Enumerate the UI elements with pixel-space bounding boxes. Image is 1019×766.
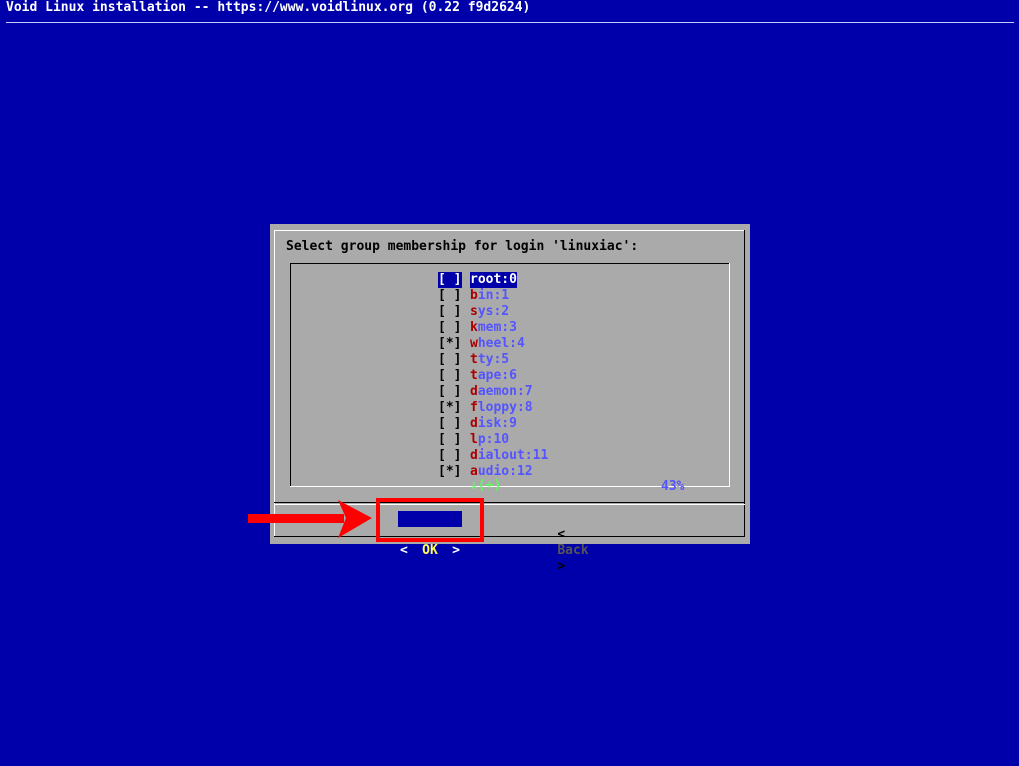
group-label: kmem:3 [470, 320, 517, 336]
hotkey-letter: k [470, 320, 478, 335]
group-label-rest: heel:4 [477, 336, 525, 351]
group-label: sys:2 [470, 304, 509, 320]
group-label: disk:9 [470, 416, 517, 432]
checkbox[interactable]: [*] [438, 400, 462, 416]
group-membership-dialog: Select group membership for login 'linux… [270, 224, 750, 574]
group-label-rest: isk:9 [477, 416, 517, 431]
group-label: root:0 [470, 272, 517, 288]
checkbox[interactable]: [ ] [438, 448, 462, 464]
checklist-item[interactable]: [*] wheel:4 [438, 336, 548, 352]
more-items-indicator: ↓(+) [470, 478, 502, 493]
dialog-border-left [274, 230, 275, 536]
hotkey-letter: d [470, 384, 478, 399]
group-label-rest: p:10 [477, 432, 510, 447]
back-button-label: Back [557, 543, 589, 558]
ok-button-left-bracket: < [400, 543, 408, 558]
checklist-border-right [729, 263, 730, 487]
window-title: Void Linux installation -- https://www.v… [6, 0, 531, 15]
group-label: bin:1 [470, 288, 509, 304]
back-button-right-bracket: > [557, 559, 566, 574]
hotkey-letter: l [470, 432, 478, 447]
scroll-percent: 43% [661, 479, 685, 494]
back-button[interactable]: < Back > [526, 511, 588, 574]
hotkey-letter: w [470, 336, 478, 351]
checkbox[interactable]: [ ] [438, 304, 462, 320]
checklist-item[interactable]: [ ] lp:10 [438, 432, 548, 448]
group-label-rest: udio:12 [477, 464, 533, 479]
group-checklist[interactable]: [ ] root:0 [ ] bin:1 [ ] sys:2 [ ] kmem:3 [*] whe… [290, 263, 730, 487]
group-label: wheel:4 [470, 336, 525, 352]
checklist-item[interactable]: [ ] bin:1 [438, 288, 548, 304]
checkbox[interactable]: [ ] [438, 432, 462, 448]
back-button-left-bracket: < [557, 527, 566, 542]
group-label-rest: ys:2 [477, 304, 510, 319]
hotkey-letter: s [470, 304, 478, 319]
group-label-rest: mem:3 [477, 320, 517, 335]
checklist-items: [ ] root:0 [ ] bin:1 [ ] sys:2 [ ] kmem:3 [*] whe… [438, 272, 548, 480]
ok-button-label: OK [422, 543, 438, 558]
checklist-item[interactable]: [ ] tape:6 [438, 368, 548, 384]
checkbox[interactable]: [ ] [438, 416, 462, 432]
checkbox[interactable]: [ ] [438, 368, 462, 384]
hotkey-letter: t [470, 368, 478, 383]
title-divider [6, 22, 1014, 23]
checklist-item[interactable]: [ ] sys:2 [438, 304, 548, 320]
hotkey-letter: f [470, 400, 478, 415]
group-label: tape:6 [470, 368, 517, 384]
checkbox[interactable]: [ ] [438, 272, 462, 288]
checkbox[interactable]: [ ] [438, 320, 462, 336]
group-label-rest: aemon:7 [477, 384, 533, 399]
dialog-border-top [274, 230, 744, 231]
dialog-prompt: Select group membership for login 'linux… [286, 239, 639, 254]
annotation-arrow-icon [248, 500, 372, 538]
hotkey-letter: d [470, 448, 478, 463]
checklist-item[interactable]: [ ] dialout:11 [438, 448, 548, 464]
dialog-border-right [744, 230, 745, 536]
group-label-rest: in:1 [477, 288, 510, 303]
checkbox[interactable]: [ ] [438, 288, 462, 304]
group-label-rest: ape:6 [477, 368, 517, 383]
checkbox[interactable]: [ ] [438, 384, 462, 400]
hotkey-letter: t [470, 352, 478, 367]
group-label: daemon:7 [470, 384, 533, 400]
checklist-item[interactable]: [*] floppy:8 [438, 400, 548, 416]
checkbox[interactable]: [*] [438, 336, 462, 352]
hotkey-letter: d [470, 416, 478, 431]
hotkey-letter: b [470, 288, 478, 303]
checklist-item[interactable]: [ ] daemon:7 [438, 384, 548, 400]
group-label-rest: oot:0 [477, 272, 517, 287]
hotkey-letter: a [470, 464, 478, 479]
group-label-rest: ty:5 [477, 352, 510, 367]
checklist-item[interactable]: [ ] disk:9 [438, 416, 548, 432]
hotkey-letter: r [470, 272, 478, 287]
group-label: tty:5 [470, 352, 509, 368]
checkbox[interactable]: [ ] [438, 352, 462, 368]
checklist-item[interactable]: [ ] kmem:3 [438, 320, 548, 336]
group-label-rest: loppy:8 [477, 400, 533, 415]
annotation-highlight-box [376, 498, 484, 542]
checkbox[interactable]: [*] [438, 464, 462, 480]
checklist-border-top [290, 263, 730, 264]
group-label: dialout:11 [470, 448, 548, 464]
checklist-border-left [290, 263, 291, 487]
group-label: lp:10 [470, 432, 509, 448]
checklist-item[interactable]: [ ] tty:5 [438, 352, 548, 368]
checklist-item[interactable]: [ ] root:0 [438, 272, 548, 288]
ok-button-right-bracket: > [452, 543, 460, 558]
group-label: floppy:8 [470, 400, 533, 416]
group-label-rest: ialout:11 [477, 448, 549, 463]
